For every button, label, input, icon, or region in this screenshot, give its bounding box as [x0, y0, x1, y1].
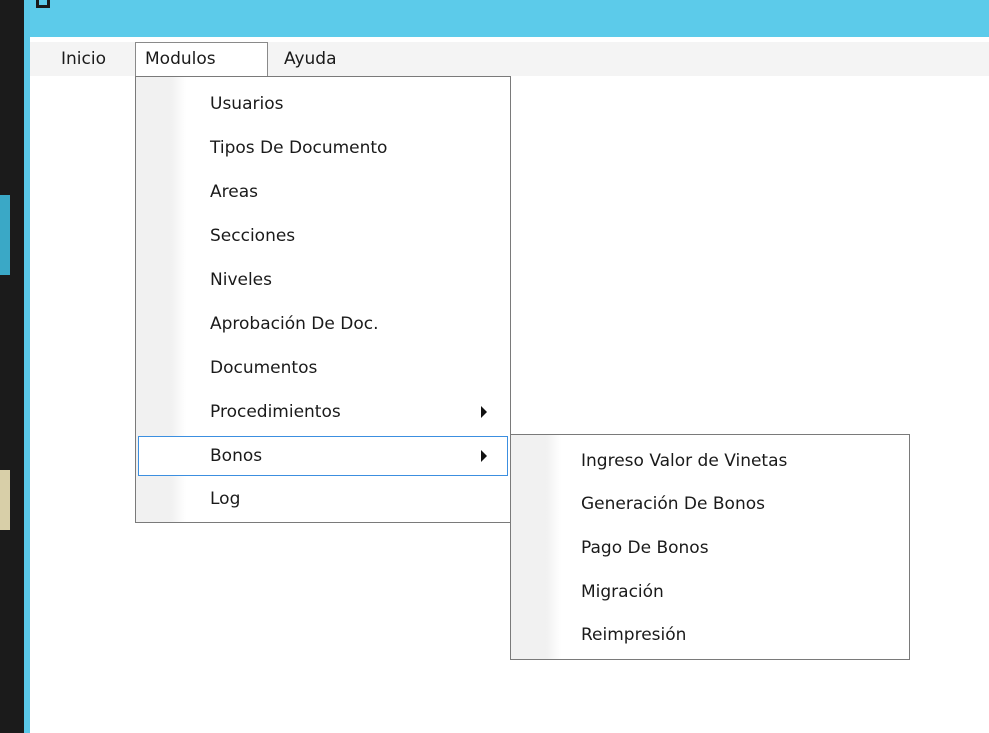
- menu-item-niveles[interactable]: Niveles: [138, 260, 508, 300]
- menu-item-migracion[interactable]: Migración: [513, 572, 907, 612]
- menu-ayuda[interactable]: Ayuda: [275, 42, 346, 76]
- menu-item-ingreso-valor-vinetas[interactable]: Ingreso Valor de Vinetas: [513, 441, 907, 481]
- app-icon: [36, 0, 50, 8]
- menu-item-label: Usuarios: [210, 94, 284, 114]
- submenu-arrow-icon: [481, 406, 487, 418]
- menu-item-documentos[interactable]: Documentos: [138, 348, 508, 388]
- menu-item-pago-bonos[interactable]: Pago De Bonos: [513, 528, 907, 568]
- menu-item-label: Niveles: [210, 270, 272, 290]
- window-titlebar[interactable]: [24, 0, 989, 37]
- menu-item-bonos[interactable]: Bonos: [138, 436, 508, 476]
- desktop-fragment: [0, 470, 10, 530]
- menu-item-log[interactable]: Log: [138, 482, 508, 522]
- menu-item-reimpresion[interactable]: Reimpresión: [513, 615, 907, 655]
- menu-item-label: Bonos: [210, 446, 263, 466]
- menu-item-label: Tipos De Documento: [210, 138, 388, 158]
- menu-inicio[interactable]: Inicio: [52, 42, 115, 76]
- menu-item-label: Secciones: [210, 226, 296, 246]
- menu-item-label: Reimpresión: [581, 625, 687, 645]
- menu-item-label: Areas: [210, 182, 258, 202]
- menu-item-label: Ingreso Valor de Vinetas: [581, 451, 788, 471]
- menu-ayuda-label: Ayuda: [284, 49, 337, 69]
- desktop-fragment: [0, 195, 10, 275]
- menu-item-label: Migración: [581, 582, 664, 602]
- menu-item-label: Procedimientos: [210, 402, 341, 422]
- menu-item-label: Generación De Bonos: [581, 494, 765, 514]
- menu-item-procedimientos[interactable]: Procedimientos: [138, 392, 508, 432]
- menubar: Inicio Modulos Ayuda: [30, 42, 989, 77]
- menu-modulos-label: Modulos: [145, 49, 216, 69]
- menu-item-usuarios[interactable]: Usuarios: [138, 84, 508, 124]
- menu-item-aprobacion-doc[interactable]: Aprobación De Doc.: [138, 304, 508, 344]
- submenu-arrow-icon: [481, 450, 487, 462]
- menu-item-tipos-documento[interactable]: Tipos De Documento: [138, 128, 508, 168]
- modulos-dropdown: Usuarios Tipos De Documento Areas Seccio…: [135, 76, 511, 523]
- menu-item-label: Documentos: [210, 358, 318, 378]
- menu-item-generacion-bonos[interactable]: Generación De Bonos: [513, 484, 907, 524]
- bonos-submenu: Ingreso Valor de Vinetas Generación De B…: [510, 434, 910, 660]
- menu-modulos[interactable]: Modulos: [135, 42, 268, 77]
- menu-item-label: Aprobación De Doc.: [210, 314, 379, 334]
- menu-inicio-label: Inicio: [61, 49, 106, 69]
- desktop-edge: [0, 0, 24, 733]
- menu-item-label: Log: [210, 489, 241, 509]
- menu-item-secciones[interactable]: Secciones: [138, 216, 508, 256]
- menu-item-areas[interactable]: Areas: [138, 172, 508, 212]
- menu-item-label: Pago De Bonos: [581, 538, 709, 558]
